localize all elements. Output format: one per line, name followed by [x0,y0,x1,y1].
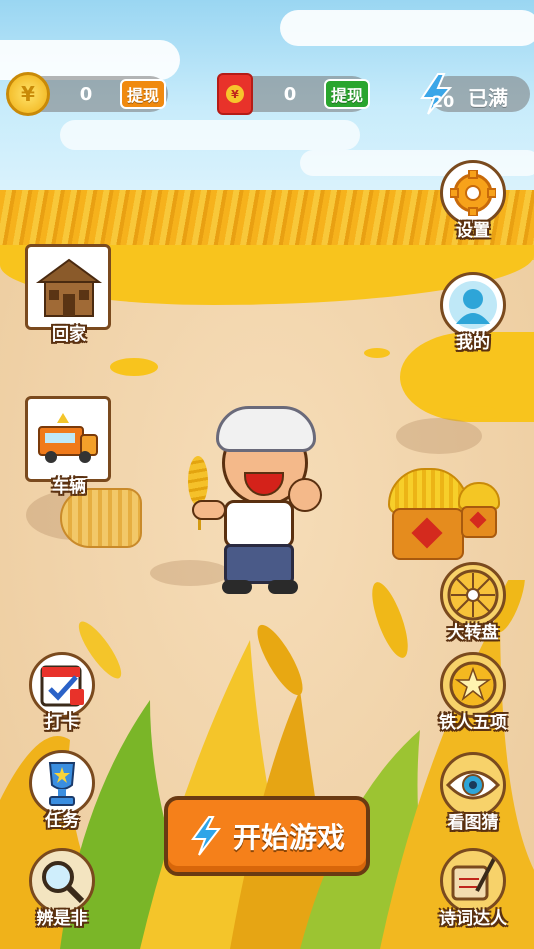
gear-icon [450,170,496,216]
calendar-check-icon [40,665,84,707]
checkin-button[interactable]: 打卡 [25,652,99,733]
magnifier-icon [42,861,85,904]
red-packet-icon: ¥ [217,73,253,115]
energy-status: 已满 [468,86,508,110]
eye-icon [446,770,500,800]
start-game-label: 开始游戏 [232,821,345,854]
task-label: 任务 [45,811,79,831]
scroll-brush-icon [451,856,497,901]
grain-pile [110,358,158,376]
gold-coin-icon: ¥ [6,72,50,116]
farmer-character[interactable] [184,404,334,596]
ground-shadow [396,418,482,454]
grain-pile [364,348,390,358]
wheel-button[interactable]: 大转盘 [436,562,510,643]
cloud [280,10,534,46]
profile-label: 我的 [456,333,490,353]
grain-pile [460,406,500,420]
poetry-button[interactable]: 诗词达人 [430,848,516,929]
energy-count: 20 [432,92,455,111]
settings-label: 设置 [456,221,490,241]
red-packet-amount: 0 [283,84,297,105]
user-icon [449,281,497,329]
profile-button[interactable]: 我的 [436,272,510,353]
judge-label: 辨是非 [36,909,88,929]
picture-guess-button[interactable]: 看图猜 [436,752,510,833]
ironman-button[interactable]: 铁人五项 [430,652,516,733]
medal-icon [449,661,497,709]
hay-bale [60,488,142,548]
gold-coin-count: 0 [79,84,93,105]
red-packet-symbol: ¥ [226,85,244,103]
ironman-label: 铁人五项 [439,713,507,733]
checkin-label: 打卡 [45,713,79,733]
poetry-label: 诗词达人 [439,909,507,929]
judge-button[interactable]: 辨是非 [25,848,99,929]
lightning-icon [191,816,222,856]
vehicle-button[interactable]: 车辆 [25,396,113,497]
trophy-icon [48,762,76,806]
task-button[interactable]: 任务 [25,750,99,831]
granary-large [388,468,468,562]
picture-guess-label: 看图猜 [447,813,499,833]
gold-withdraw-button[interactable]: 提现 [120,79,166,109]
vehicle-label: 车辆 [52,477,86,497]
red-packet-withdraw-button[interactable]: 提现 [324,79,370,109]
wheel-label: 大转盘 [447,623,499,643]
settings-button[interactable]: 设置 [436,160,510,241]
home-label: 回家 [52,325,86,345]
cloud [60,120,360,150]
truck-icon [38,413,98,463]
start-game-button[interactable]: 开始游戏 [164,796,370,876]
house-icon [35,258,103,317]
home-button[interactable]: 回家 [25,244,113,345]
granary-small [458,482,500,538]
wheel-icon [447,569,499,621]
